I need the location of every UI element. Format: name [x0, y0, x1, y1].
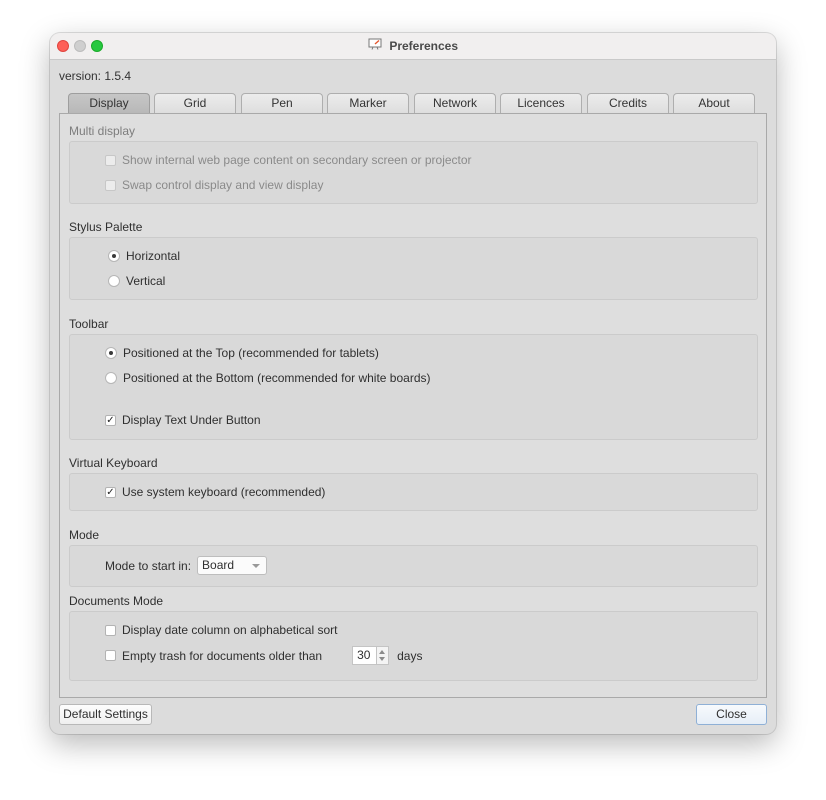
swap-display-checkbox[interactable]: [105, 179, 116, 191]
system-keyboard-checkbox[interactable]: ✓: [105, 486, 116, 498]
window-title-text: Preferences: [389, 38, 459, 53]
date-column-option[interactable]: Display date column on alphabetical sort: [105, 623, 337, 637]
text-under-button-checkbox[interactable]: ✓: [105, 414, 116, 426]
stylus-vertical-label: Vertical: [126, 274, 166, 288]
start-mode-select[interactable]: Board: [197, 556, 268, 575]
stylus-palette-group: [69, 237, 758, 300]
stepper-up-icon[interactable]: [379, 650, 386, 654]
empty-trash-option: Empty trash for documents older than 30 …: [105, 646, 422, 665]
secondary-screen-label: Show internal web page content on second…: [122, 153, 472, 167]
stylus-horizontal-label: Horizontal: [126, 249, 181, 263]
system-keyboard-option[interactable]: ✓ Use system keyboard (recommended): [105, 485, 325, 499]
toolbar-bottom-option[interactable]: Positioned at the Bottom (recommended fo…: [105, 371, 431, 385]
close-button[interactable]: Close: [696, 704, 767, 725]
stylus-horizontal-option[interactable]: Horizontal: [108, 249, 180, 263]
virtual-keyboard-title: Virtual Keyboard: [69, 456, 158, 470]
stylus-palette-title: Stylus Palette: [69, 220, 143, 234]
trash-days-unit: days: [397, 648, 423, 663]
start-mode-row: Mode to start in: Board: [105, 556, 268, 575]
default-settings-button[interactable]: Default Settings: [59, 704, 152, 725]
tab-credits[interactable]: Credits: [587, 93, 669, 113]
empty-trash-checkbox[interactable]: [105, 650, 116, 661]
stylus-vertical-option[interactable]: Vertical: [108, 274, 165, 288]
stylus-vertical-radio[interactable]: [108, 275, 120, 287]
title-bar: Preferences: [50, 33, 776, 60]
toolbar-bottom-label: Positioned at the Bottom (recommended fo…: [123, 371, 431, 385]
start-mode-value: Board: [202, 558, 235, 572]
radio-selected-dot: [112, 254, 116, 258]
multi-display-group: [69, 141, 758, 204]
tab-grid[interactable]: Grid: [154, 93, 236, 113]
toolbar-title: Toolbar: [69, 317, 109, 331]
text-under-button-label: Display Text Under Button: [122, 413, 261, 427]
secondary-screen-checkbox[interactable]: [105, 154, 116, 166]
multi-display-title: Multi display: [69, 124, 136, 138]
tab-about[interactable]: About: [673, 93, 755, 113]
radio-selected-dot: [109, 351, 113, 355]
stepper-arrows[interactable]: [377, 646, 390, 665]
display-tab-panel: Multi display Show internal web page con…: [59, 113, 767, 698]
check-icon: ✓: [106, 414, 115, 426]
tab-pen[interactable]: Pen: [241, 93, 323, 113]
mode-title: Mode: [69, 528, 100, 542]
check-icon: ✓: [106, 486, 115, 498]
tab-display[interactable]: Display: [68, 93, 150, 113]
presentation-board-icon: [368, 38, 382, 53]
tab-licences[interactable]: Licences: [500, 93, 582, 113]
stepper-down-icon[interactable]: [379, 657, 386, 661]
window-title: Preferences: [50, 38, 776, 53]
preferences-window: Preferences version: 1.5.4 Display Grid …: [50, 33, 776, 734]
toolbar-top-option[interactable]: Positioned at the Top (recommended for t…: [105, 346, 379, 360]
version-label: version: 1.5.4: [59, 69, 132, 83]
start-mode-label: Mode to start in:: [105, 558, 192, 573]
toolbar-bottom-radio[interactable]: [105, 372, 117, 384]
swap-display-option[interactable]: Swap control display and view display: [105, 178, 323, 192]
tab-marker[interactable]: Marker: [327, 93, 409, 113]
toolbar-top-radio[interactable]: [105, 347, 117, 359]
toolbar-top-label: Positioned at the Top (recommended for t…: [123, 346, 379, 360]
empty-trash-label: Empty trash for documents older than: [122, 648, 323, 663]
system-keyboard-label: Use system keyboard (recommended): [122, 485, 326, 499]
secondary-screen-option[interactable]: Show internal web page content on second…: [105, 153, 472, 167]
documents-mode-title: Documents Mode: [69, 594, 164, 608]
stylus-horizontal-radio[interactable]: [108, 250, 120, 262]
text-under-button-option[interactable]: ✓ Display Text Under Button: [105, 413, 261, 427]
date-column-label: Display date column on alphabetical sort: [122, 623, 338, 637]
chevron-down-icon: [252, 564, 261, 568]
tab-network[interactable]: Network: [414, 93, 496, 113]
date-column-checkbox[interactable]: [105, 624, 116, 636]
trash-days-input[interactable]: 30: [352, 646, 378, 665]
trash-days-stepper[interactable]: 30: [352, 646, 390, 665]
swap-display-label: Swap control display and view display: [122, 178, 324, 192]
